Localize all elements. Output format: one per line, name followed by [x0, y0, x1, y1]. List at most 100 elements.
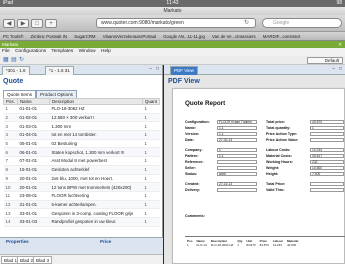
report-field-value: FLOOR Kraan Trailers	[217, 120, 257, 124]
browser-title: Markato	[163, 8, 182, 14]
sheet-tabs: Blad 1 Blad 2 Blad 3	[0, 254, 163, 264]
report-field-label: Labour Costs:	[266, 148, 291, 152]
report-field-value	[310, 138, 344, 142]
table-cell-name: 23-08-01	[17, 191, 50, 201]
reload-icon[interactable]: ↻	[244, 19, 249, 26]
table-row[interactable]: 13 33-01-01 Gespoten in 3-comp. coating FL…	[3, 208, 160, 218]
quote-heading: Quote	[3, 78, 24, 85]
menu-file[interactable]: File	[2, 49, 10, 54]
table-cell-pos: 4	[3, 130, 18, 140]
menu-help[interactable]: Help	[101, 49, 111, 54]
quote-subtabs: Quote Items Product Options	[3, 90, 77, 98]
url-field[interactable]: www.quoter.com:9080/markato/green	[96, 18, 256, 28]
comments-label: Comments:	[185, 214, 205, 218]
bookmark-item[interactable]: Van de Ve...ctmassiers	[212, 34, 256, 39]
table-cell-pos: 1	[3, 104, 18, 114]
bookmark-item[interactable]: VlaamsVerzekeraarsPortaal	[103, 34, 156, 39]
bookmark-item[interactable]: Zimbra: Postvak IN	[31, 34, 68, 39]
table-cell-desc: 2x6 blu, 1000, met tot en Hoert.	[49, 174, 143, 184]
table-row[interactable]: 7 07-01-01 Asst Modul 8 met powerbest 1	[3, 156, 160, 166]
minimize-icon[interactable]: –	[332, 66, 335, 72]
save-icon[interactable]: ▦	[3, 57, 9, 63]
browser-toolbar: ◀ ▶ □ + www.quoter.com:9080/markato/gree…	[0, 15, 345, 32]
minimize-icon[interactable]: –	[149, 66, 152, 72]
pdf-heading: PDF View	[168, 78, 200, 85]
table-cell-qty: 1	[142, 147, 160, 158]
report-field-value: 232	[310, 160, 344, 164]
tab-product-options[interactable]: Product Options	[36, 90, 77, 98]
pdf-tab-strip: PDF View – □	[164, 65, 345, 75]
maximize-icon[interactable]: □	[156, 66, 159, 72]
table-cell-name: 01-02-01	[17, 113, 50, 123]
editor-tab-strip: *301 - 1.6 *1 - 1.6 31 – □	[0, 65, 162, 75]
table-cell-pos: 13	[3, 208, 18, 218]
report-field-label: Reference:	[185, 160, 204, 164]
table-cell-name: 15-01-01	[17, 165, 50, 175]
tab-quote-items[interactable]: Quote Items	[3, 90, 37, 98]
properties-label: Properties	[6, 239, 29, 244]
report-field-value: 1.1	[217, 132, 257, 136]
print-icon[interactable]: ▤	[11, 57, 17, 63]
editor-tab[interactable]: *301 - 1.6	[2, 66, 30, 75]
report-table-row: 1 FLO-1d FLO-18-3062 HZ 1 84.870 84.870 14.234…	[185, 243, 300, 247]
bookmarks-icon[interactable]: □	[31, 19, 43, 28]
table-row[interactable]: 5 05-01-01 02 Bestuiring 1	[3, 139, 160, 149]
pdf-view-pane: PDF View – □ PDF View Quote Report Confi…	[164, 65, 345, 264]
table-cell-qty: 1	[142, 130, 160, 140]
menu-templates[interactable]: Templates	[51, 49, 73, 54]
forward-arrow-icon[interactable]: ▶	[17, 19, 29, 28]
back-arrow-icon[interactable]: ◀	[3, 19, 15, 28]
table-row[interactable]: 8 15-01-01 Gesloten achterklef 1	[3, 165, 160, 175]
table-row[interactable]: 12 31-01-01 5-kamer achterlampen. 1	[3, 200, 160, 210]
table-cell-pos: 5	[3, 139, 18, 149]
maximize-icon[interactable]: □	[339, 66, 342, 72]
table-row[interactable]: 10 20-01-01 12 tons BPW met trommelrem (42…	[3, 182, 160, 192]
report-cell: 40.000	[286, 243, 297, 247]
table-cell-qty: 1	[142, 165, 160, 175]
refresh-icon[interactable]: ↻	[19, 57, 25, 63]
report-cell: FLO-1d	[196, 243, 207, 247]
column-header[interactable]: Quant	[142, 98, 160, 105]
table-cell-desc: Gesloten achterklef	[49, 165, 143, 175]
tab-pdf-view[interactable]: PDF View	[170, 66, 198, 75]
sheet-tab[interactable]: Blad 3	[33, 256, 53, 264]
table-cell-name: 05-01-01	[17, 139, 50, 149]
table-row[interactable]: 6 06-01-01 Staten kopschot, 1.300 mm verko…	[3, 147, 160, 158]
bookmark-item[interactable]: Google AN...11-11.jpg	[163, 34, 205, 39]
editor-tab[interactable]: *1 - 1.6 31	[45, 66, 74, 75]
properties-panel: Properties Price	[0, 237, 163, 254]
menu-window[interactable]: Window	[79, 49, 96, 54]
table-cell-name: 07-01-01	[17, 156, 50, 166]
bookmark-item[interactable]: MARDIF...constrant	[263, 34, 300, 39]
pdf-page: Quote Report Configuration: FLOOR Kraan T…	[172, 88, 345, 264]
table-row[interactable]: 9 20-01-01 2x6 blu, 1000, met tot en Hoert…	[3, 174, 160, 184]
table-row[interactable]: 4 01-04-01 tot en met 14 tornbster. 1	[3, 130, 160, 140]
table-row[interactable]: 11 23-08-01 FLOOR luchtvering 1	[3, 191, 160, 201]
default-button[interactable]: Default	[307, 57, 343, 64]
table-row[interactable]: 3 01-03-01 1.300 mm 1	[3, 121, 160, 132]
quote-items-table: Pos. Name Description Quant 1 01-01-01 FLO…	[3, 98, 160, 227]
add-icon[interactable]: +	[45, 19, 57, 28]
table-cell-name: 01-03-01	[17, 121, 50, 132]
menu-configurations[interactable]: Configurations	[15, 49, 46, 54]
report-field-label: Seller:	[185, 166, 196, 170]
bookmark-item[interactable]: SugarCRM	[74, 34, 95, 39]
report-field-value: 1.1	[217, 126, 257, 130]
table-cell-qty: 1	[142, 174, 160, 184]
close-icon[interactable]: ✕	[338, 41, 342, 48]
table-cell-qty: 1	[142, 182, 160, 192]
report-field-label: Total quantity:	[266, 126, 291, 130]
table-cell-pos: 3	[3, 121, 18, 132]
report-field-label: Total Price:	[266, 182, 286, 186]
table-row[interactable]: 14 33-01-03 Randprofiel gespoten in uw kle…	[3, 217, 160, 227]
report-cell: FLO-18-3062 HZ	[210, 243, 234, 247]
search-placeholder: Google	[273, 20, 290, 26]
price-label: Price	[100, 239, 112, 244]
table-row[interactable]: 1 01-01-01 FLO-18-3062 HZ 1	[3, 104, 160, 114]
bookmark-item[interactable]: PC Tools®	[3, 34, 23, 39]
report-field-label: Created:	[185, 182, 200, 186]
search-field[interactable]: Google	[262, 18, 342, 28]
table-cell-name: 06-01-01	[17, 147, 50, 158]
table-cell-pos: 14	[3, 217, 18, 227]
table-row[interactable]: 2 01-02-01 12.550 × 300 verkort ! 1	[3, 113, 160, 123]
